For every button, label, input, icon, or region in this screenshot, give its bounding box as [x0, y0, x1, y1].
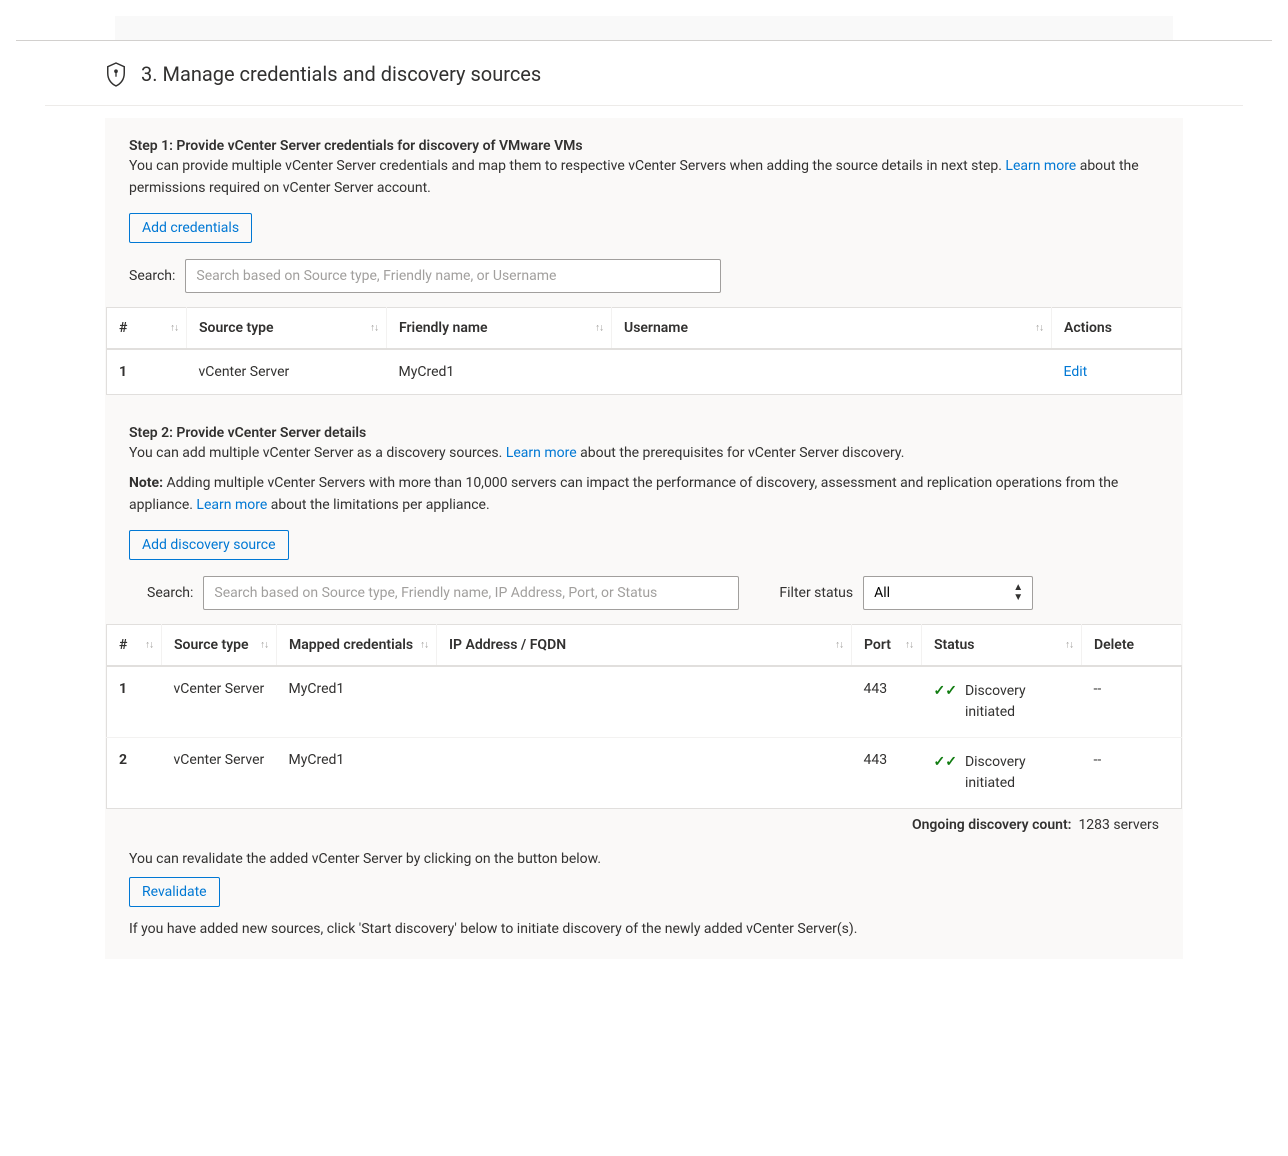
- filter-status-select[interactable]: All: [863, 576, 1033, 610]
- sort-icon: ↑↓: [420, 640, 428, 651]
- cell-status: ✓✓ Discovery initiated: [922, 738, 1082, 809]
- sort-icon: ↑↓: [835, 640, 843, 651]
- cell-source-type: vCenter Server: [162, 738, 277, 809]
- sort-icon: ↑↓: [1065, 640, 1073, 651]
- cell-num: 1: [107, 666, 162, 738]
- cell-source-type: vCenter Server: [162, 666, 277, 738]
- start-discovery-note: If you have added new sources, click 'St…: [105, 907, 1183, 937]
- step1-block: Step 1: Provide vCenter Server credentia…: [105, 138, 1183, 293]
- col-delete: Delete: [1082, 625, 1182, 667]
- cell-friendly-name: MyCred1: [387, 349, 612, 395]
- table-row: 1 vCenter Server MyCred1 443 ✓✓ Discover…: [107, 666, 1182, 738]
- cell-status: ✓✓ Discovery initiated: [922, 666, 1082, 738]
- step1-description: You can provide multiple vCenter Server …: [129, 156, 1159, 199]
- add-credentials-button[interactable]: Add credentials: [129, 213, 252, 243]
- cell-actions: Edit: [1052, 349, 1182, 395]
- step2-learn-more-link-1[interactable]: Learn more: [506, 445, 577, 461]
- sort-icon: ↑↓: [595, 323, 603, 334]
- step2-title: Step 2: Provide vCenter Server details: [129, 425, 1159, 441]
- step2-note: Note: Adding multiple vCenter Servers wi…: [129, 473, 1159, 516]
- top-gray-strip: [115, 16, 1173, 40]
- cell-ip: [437, 666, 852, 738]
- col-num[interactable]: #↑↓: [107, 308, 187, 350]
- section-header: 3. Manage credentials and discovery sour…: [45, 41, 1243, 106]
- table-row: 1 vCenter Server MyCred1 Edit: [107, 349, 1182, 395]
- check-icon: ✓✓: [934, 681, 957, 702]
- table-header-row: #↑↓ Source type↑↓ Mapped credentials↑↓ I…: [107, 625, 1182, 667]
- credentials-table: #↑↓ Source type↑↓ Friendly name↑↓ Userna…: [106, 307, 1182, 395]
- cell-source-type: vCenter Server: [187, 349, 387, 395]
- sort-icon: ↑↓: [260, 640, 268, 651]
- step1-search-row: Search:: [129, 259, 1159, 293]
- sort-icon: ↑↓: [905, 640, 913, 651]
- col-source-type[interactable]: Source type↑↓: [187, 308, 387, 350]
- ongoing-discovery-count: Ongoing discovery count: 1283 servers: [105, 809, 1183, 833]
- step1-learn-more-link[interactable]: Learn more: [1005, 158, 1076, 174]
- col-friendly-name[interactable]: Friendly name↑↓: [387, 308, 612, 350]
- step2-description: You can add multiple vCenter Server as a…: [129, 443, 1159, 465]
- panel: Step 1: Provide vCenter Server credentia…: [105, 118, 1183, 959]
- table-row: 2 vCenter Server MyCred1 443 ✓✓ Discover…: [107, 738, 1182, 809]
- revalidate-note: You can revalidate the added vCenter Ser…: [105, 833, 1183, 867]
- step2-search-label: Search:: [147, 585, 193, 601]
- filter-status-select-wrap: All ▲▼: [863, 576, 1033, 610]
- cell-num: 2: [107, 738, 162, 809]
- cell-mapped: MyCred1: [277, 738, 437, 809]
- cell-port: 443: [852, 738, 922, 809]
- cell-port: 443: [852, 666, 922, 738]
- col-port[interactable]: Port↑↓: [852, 625, 922, 667]
- check-icon: ✓✓: [934, 752, 957, 773]
- cell-ip: [437, 738, 852, 809]
- discovery-sources-table: #↑↓ Source type↑↓ Mapped credentials↑↓ I…: [106, 624, 1182, 809]
- col-status[interactable]: Status↑↓: [922, 625, 1082, 667]
- sort-icon: ↑↓: [370, 323, 378, 334]
- col-mapped-credentials[interactable]: Mapped credentials↑↓: [277, 625, 437, 667]
- col-username[interactable]: Username↑↓: [612, 308, 1052, 350]
- col-actions: Actions: [1052, 308, 1182, 350]
- cell-username: [612, 349, 1052, 395]
- step2-learn-more-link-2[interactable]: Learn more: [196, 497, 267, 513]
- cell-num: 1: [107, 349, 187, 395]
- col-ip[interactable]: IP Address / FQDN↑↓: [437, 625, 852, 667]
- sort-icon: ↑↓: [170, 323, 178, 334]
- step2-search-input[interactable]: [203, 576, 739, 610]
- edit-link[interactable]: Edit: [1064, 364, 1088, 380]
- col-num[interactable]: #↑↓: [107, 625, 162, 667]
- sort-icon: ↑↓: [145, 640, 153, 651]
- col-source-type[interactable]: Source type↑↓: [162, 625, 277, 667]
- revalidate-button[interactable]: Revalidate: [129, 877, 220, 907]
- add-discovery-source-button[interactable]: Add discovery source: [129, 530, 289, 560]
- step1-title: Step 1: Provide vCenter Server credentia…: [129, 138, 1159, 154]
- step1-search-input[interactable]: [185, 259, 721, 293]
- step2-block: Step 2: Provide vCenter Server details Y…: [105, 425, 1183, 610]
- cell-mapped: MyCred1: [277, 666, 437, 738]
- table-header-row: #↑↓ Source type↑↓ Friendly name↑↓ Userna…: [107, 308, 1182, 350]
- filter-status-label: Filter status: [779, 585, 853, 601]
- section-title: 3. Manage credentials and discovery sour…: [141, 62, 541, 86]
- shield-icon: [105, 61, 127, 87]
- cell-delete: --: [1082, 738, 1182, 809]
- sort-icon: ↑↓: [1035, 323, 1043, 334]
- step1-search-label: Search:: [129, 268, 175, 284]
- step2-search-row: Search: Filter status All ▲▼: [129, 576, 1159, 610]
- cell-delete: --: [1082, 666, 1182, 738]
